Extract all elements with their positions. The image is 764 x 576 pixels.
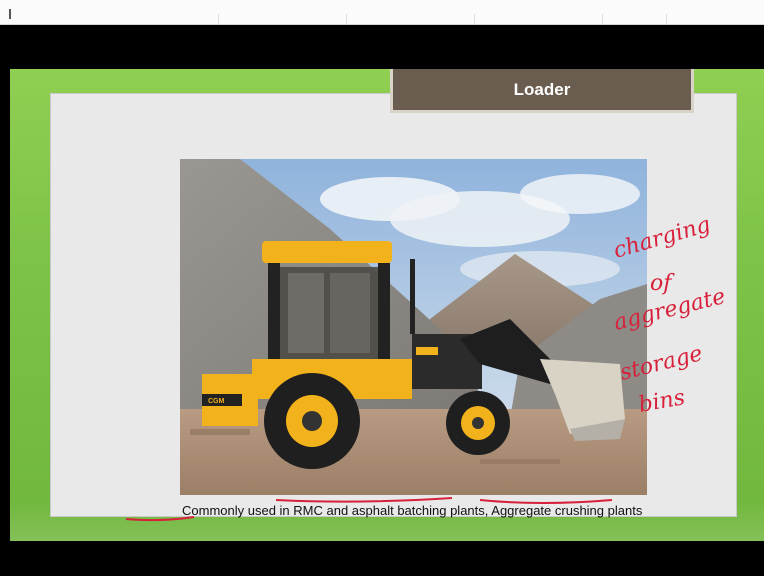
slide-content-panel: CGM Commonly used in RMC and asphalt bat… — [50, 93, 737, 518]
slide: CGM Commonly used in RMC and asphalt bat… — [10, 69, 764, 541]
loader-photo: CGM — [180, 159, 647, 495]
ruler-tick — [346, 14, 347, 24]
ruler-tick — [602, 14, 603, 24]
ruler-tick — [666, 14, 667, 24]
ruler-tick — [474, 14, 475, 24]
top-letterbox — [0, 25, 764, 69]
slide-caption: Commonly used in RMC and asphalt batchin… — [182, 503, 643, 518]
slide-title: Loader — [390, 69, 694, 113]
loader-photo-art: CGM — [180, 159, 647, 495]
ruler-tick — [218, 14, 219, 24]
text-cursor-icon — [9, 9, 11, 19]
loader-badge: CGM — [208, 398, 225, 405]
bottom-letterbox — [0, 541, 764, 576]
viewer-toolbar — [0, 0, 764, 25]
